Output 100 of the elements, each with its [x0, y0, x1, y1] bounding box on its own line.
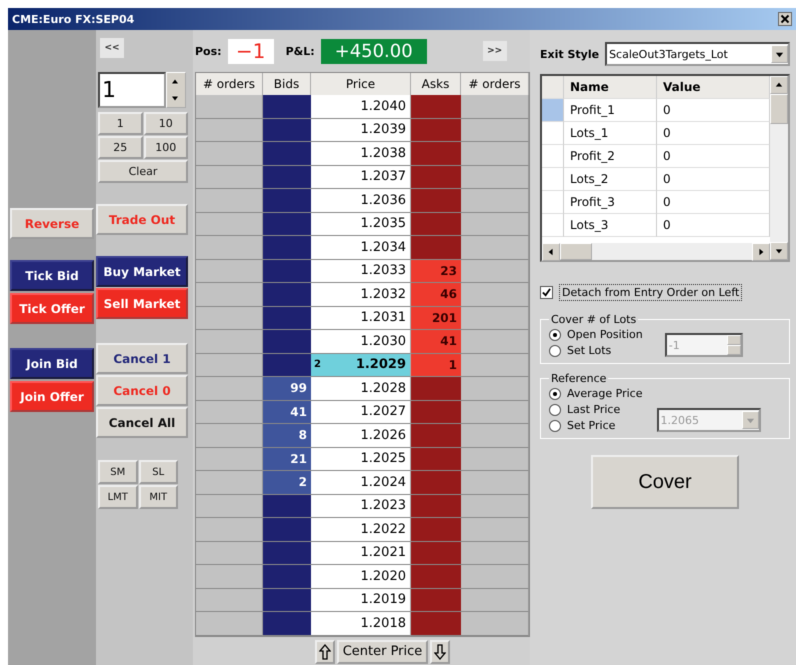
scrollbar-thumb[interactable] — [770, 94, 788, 124]
orders-cell[interactable] — [196, 400, 263, 424]
radio-button[interactable] — [549, 388, 561, 400]
bid-cell[interactable] — [263, 236, 311, 260]
radio-button[interactable] — [549, 328, 561, 340]
orders-cell[interactable] — [196, 542, 263, 565]
radio-button[interactable] — [549, 420, 561, 432]
bid-cell[interactable] — [263, 306, 311, 330]
exit-style-dropdown[interactable]: ScaleOut3Targets_Lot — [605, 42, 790, 66]
orders-cell[interactable] — [196, 424, 263, 448]
order-button[interactable]: Cancel 1 — [96, 343, 188, 374]
ask-cell[interactable] — [411, 588, 461, 612]
orders-cell[interactable] — [461, 283, 529, 306]
orders-cell[interactable] — [461, 306, 529, 330]
bid-cell[interactable] — [263, 260, 311, 283]
orders-cell[interactable] — [196, 95, 263, 118]
orders-cell[interactable] — [196, 212, 263, 236]
order-button[interactable]: Tick Offer — [10, 293, 94, 324]
orders-cell[interactable] — [461, 166, 529, 189]
orders-cell[interactable] — [461, 260, 529, 283]
quantity-button[interactable]: 25 — [98, 136, 142, 159]
orders-cell[interactable] — [196, 494, 263, 518]
ask-cell[interactable] — [411, 166, 461, 189]
order-button[interactable]: Sell Market — [96, 288, 188, 319]
orders-cell[interactable] — [461, 212, 529, 236]
ask-cell[interactable]: 23 — [411, 260, 461, 283]
orders-cell[interactable] — [196, 236, 263, 260]
orders-cell[interactable] — [461, 400, 529, 424]
orders-cell[interactable] — [196, 377, 263, 400]
bid-cell[interactable] — [263, 330, 311, 354]
bid-cell[interactable] — [263, 166, 311, 189]
bid-cell[interactable] — [263, 494, 311, 518]
quantity-button[interactable]: 100 — [144, 136, 188, 159]
orders-cell[interactable] — [196, 142, 263, 166]
detach-checkbox[interactable] — [540, 286, 553, 299]
bid-cell[interactable]: 41 — [263, 400, 311, 424]
orders-cell[interactable] — [461, 494, 529, 518]
order-button[interactable]: Buy Market — [96, 256, 188, 287]
bid-cell[interactable] — [263, 588, 311, 612]
ask-cell[interactable] — [411, 424, 461, 448]
ask-cell[interactable] — [411, 189, 461, 212]
clear-button[interactable]: Clear — [98, 160, 188, 183]
orders-cell[interactable] — [196, 612, 263, 636]
radio-button[interactable] — [549, 344, 561, 356]
ask-cell[interactable] — [411, 448, 461, 471]
bid-cell[interactable] — [263, 612, 311, 636]
bid-cell[interactable] — [263, 354, 311, 377]
order-button[interactable]: Join Bid — [10, 348, 94, 379]
orders-cell[interactable] — [196, 166, 263, 189]
quantity-button[interactable]: 1 — [98, 112, 142, 135]
row-header[interactable] — [542, 122, 564, 145]
ask-cell[interactable] — [411, 142, 461, 166]
order-button[interactable]: Tick Bid — [10, 260, 94, 291]
ask-cell[interactable] — [411, 494, 461, 518]
order-type-button[interactable]: LMT — [98, 485, 138, 509]
cover-button[interactable]: Cover — [591, 455, 739, 509]
order-type-button[interactable]: SL — [138, 460, 178, 484]
orders-cell[interactable] — [461, 612, 529, 636]
orders-cell[interactable] — [461, 588, 529, 612]
bid-cell[interactable] — [263, 212, 311, 236]
spinner[interactable] — [166, 72, 186, 108]
bid-cell[interactable] — [263, 189, 311, 212]
ask-cell[interactable]: 41 — [411, 330, 461, 354]
bid-cell[interactable] — [263, 542, 311, 565]
row-header[interactable] — [542, 99, 564, 122]
orders-cell[interactable] — [461, 236, 529, 260]
orders-cell[interactable] — [461, 377, 529, 400]
close-icon[interactable] — [778, 12, 792, 26]
quantity-field[interactable]: 1 — [98, 72, 166, 108]
collapse-button[interactable]: << — [100, 38, 124, 58]
bid-cell[interactable]: 21 — [263, 448, 311, 471]
bid-cell[interactable]: 2 — [263, 471, 311, 494]
ask-cell[interactable]: 46 — [411, 283, 461, 306]
orders-cell[interactable] — [461, 118, 529, 142]
order-button[interactable]: Join Offer — [10, 381, 94, 412]
orders-cell[interactable] — [461, 424, 529, 448]
row-header[interactable] — [542, 168, 564, 191]
bid-cell[interactable] — [263, 95, 311, 118]
orders-cell[interactable] — [196, 471, 263, 494]
orders-cell[interactable] — [196, 189, 263, 212]
row-header[interactable] — [542, 145, 564, 168]
orders-cell[interactable] — [196, 330, 263, 354]
row-header[interactable] — [542, 191, 564, 214]
ask-cell[interactable] — [411, 542, 461, 565]
ask-cell[interactable] — [411, 236, 461, 260]
ask-cell[interactable]: 201 — [411, 306, 461, 330]
orders-cell[interactable] — [196, 283, 263, 306]
orders-cell[interactable] — [196, 448, 263, 471]
orders-cell[interactable] — [461, 95, 529, 118]
orders-cell[interactable] — [461, 142, 529, 166]
orders-cell[interactable] — [461, 542, 529, 565]
bid-cell[interactable] — [263, 565, 311, 588]
orders-cell[interactable] — [196, 260, 263, 283]
expand-button[interactable]: >> — [482, 41, 507, 61]
bid-cell[interactable]: 8 — [263, 424, 311, 448]
ask-cell[interactable] — [411, 471, 461, 494]
order-type-button[interactable]: MIT — [138, 485, 178, 509]
orders-cell[interactable] — [461, 448, 529, 471]
bid-cell[interactable]: 99 — [263, 377, 311, 400]
scroll-up-button[interactable] — [314, 640, 335, 664]
